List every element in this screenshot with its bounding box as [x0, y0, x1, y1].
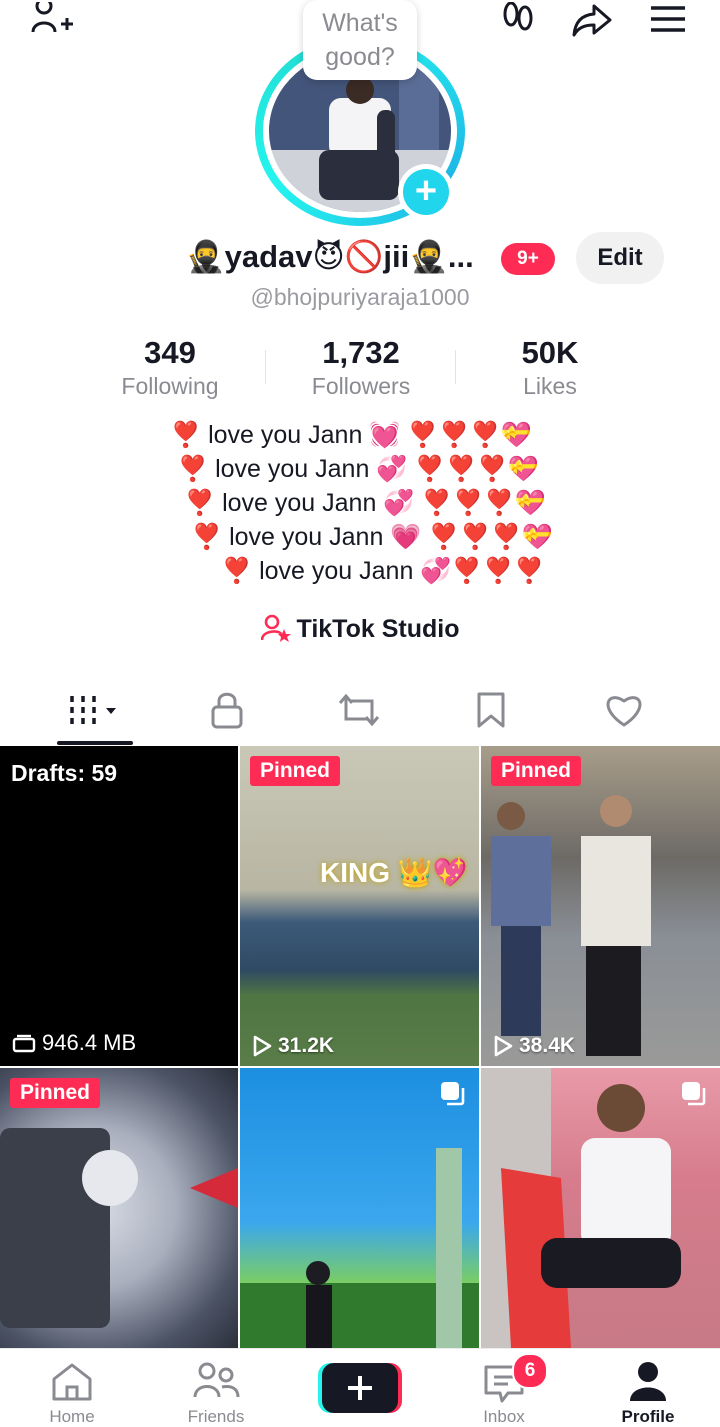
stat-likes[interactable]: 50K Likes: [460, 334, 640, 400]
multi-photo-icon: [439, 1080, 467, 1113]
tab-videos[interactable]: [30, 682, 162, 738]
bio-line: ❣️ love you Jann 💞❣️❣️❣️: [221, 557, 545, 585]
repost-icon: [338, 693, 380, 727]
nav-label: Home: [49, 1407, 95, 1426]
bottom-navigation: Home Friends 6 Inbox Profile: [0, 1348, 720, 1426]
tab-favorites[interactable]: [425, 682, 557, 738]
notification-badge[interactable]: 9+: [501, 243, 555, 275]
lock-icon: [211, 692, 243, 729]
pinned-badge: Pinned: [250, 756, 341, 786]
nav-profile[interactable]: Profile: [576, 1349, 720, 1426]
stat-label: Likes: [523, 373, 577, 399]
edit-profile-button[interactable]: Edit: [576, 232, 664, 284]
video-tile[interactable]: Pinned 38.4K: [481, 746, 720, 1066]
stat-label: Following: [121, 373, 219, 399]
friends-icon: [193, 1362, 240, 1398]
note-bubble-text: What's good?: [322, 9, 398, 71]
grid-icon: [70, 696, 116, 724]
person-add-icon: [31, 2, 73, 33]
tab-liked[interactable]: [558, 682, 690, 738]
nav-inbox[interactable]: 6 Inbox: [432, 1349, 576, 1426]
nav-label: Inbox: [483, 1407, 525, 1426]
footprints-button[interactable]: [494, 0, 542, 40]
stat-followers[interactable]: 1,732 Followers: [271, 334, 451, 400]
footprints-icon: [503, 2, 533, 31]
nav-friends[interactable]: Friends: [144, 1349, 288, 1426]
drafts-size: 946.4 MB: [12, 1030, 136, 1056]
tab-reposts[interactable]: [293, 682, 425, 738]
profile-icon: [630, 1362, 666, 1401]
bio-line: ❣️ love you Jann 💞 ❣️❣️❣️💝: [177, 455, 539, 483]
stat-following[interactable]: 349 Following: [80, 334, 260, 400]
inbox-badge: 6: [512, 1353, 548, 1389]
studio-label: TikTok Studio: [296, 615, 460, 643]
pinned-badge: Pinned: [10, 1078, 101, 1108]
tiktok-studio-link[interactable]: TikTok Studio: [0, 614, 720, 644]
note-bubble[interactable]: What's good?: [303, 0, 417, 80]
video-tile[interactable]: Pinned: [0, 1068, 238, 1348]
stat-label: Followers: [311, 373, 411, 399]
plus-icon: +: [403, 169, 449, 215]
create-button[interactable]: [318, 1363, 402, 1413]
multi-photo-icon: [680, 1080, 708, 1113]
bio-line: ❣️ love you Jann 💗 ❣️❣️❣️💝: [191, 523, 553, 551]
nav-home[interactable]: Home: [0, 1349, 144, 1426]
stat-value: 1,732: [322, 335, 400, 370]
add-story-button[interactable]: +: [398, 164, 454, 220]
stat-value: 349: [144, 335, 196, 370]
username-handle: @bhojpuriyaraja1000: [250, 284, 470, 310]
bio-line: ❣️ love you Jann 💓 ❣️❣️❣️💝: [170, 421, 532, 449]
menu-button[interactable]: [644, 0, 692, 40]
add-friend-button[interactable]: [28, 0, 76, 40]
bio-line: ❣️ love you Jann 💞 ❣️❣️❣️💝: [184, 489, 546, 517]
divider: [455, 350, 456, 384]
hamburger-menu-icon: [651, 6, 685, 32]
bookmark-icon: [477, 692, 505, 728]
view-count: 31.2K: [252, 1034, 334, 1058]
video-thumbnail: [0, 1128, 238, 1328]
video-thumbnail: [491, 795, 651, 1056]
play-icon: [253, 1035, 272, 1057]
drafts-tile[interactable]: Drafts: 59 946.4 MB: [0, 746, 238, 1066]
play-icon: [494, 1035, 513, 1057]
video-tile[interactable]: [240, 1068, 479, 1348]
nav-label: Friends: [187, 1407, 245, 1426]
share-arrow-icon: [572, 4, 612, 37]
storage-icon: [12, 1034, 36, 1053]
create-plus-icon: [348, 1376, 372, 1400]
display-name: 🥷yadav😈🚫jii🥷...: [186, 239, 474, 274]
video-tile[interactable]: Pinned KING 👑💖 31.2K: [240, 746, 479, 1066]
pinned-badge: Pinned: [491, 756, 582, 786]
heart-icon: [606, 696, 642, 727]
stat-value: 50K: [521, 335, 579, 370]
active-tab-indicator: [57, 741, 133, 745]
share-button[interactable]: [568, 0, 616, 40]
nav-label: Profile: [621, 1407, 675, 1426]
drafts-count: Drafts: 59: [11, 760, 118, 786]
home-icon: [52, 1363, 92, 1401]
video-overlay-text: KING 👑💖: [320, 857, 468, 888]
drafts-size-text: 946.4 MB: [42, 1030, 137, 1055]
view-count-text: 31.2K: [278, 1034, 335, 1057]
view-count-text: 38.4K: [519, 1034, 576, 1057]
video-tile[interactable]: [481, 1068, 720, 1348]
tab-private[interactable]: [161, 682, 293, 738]
view-count: 38.4K: [493, 1034, 575, 1058]
divider: [265, 350, 266, 384]
studio-person-star-icon: [260, 614, 291, 642]
